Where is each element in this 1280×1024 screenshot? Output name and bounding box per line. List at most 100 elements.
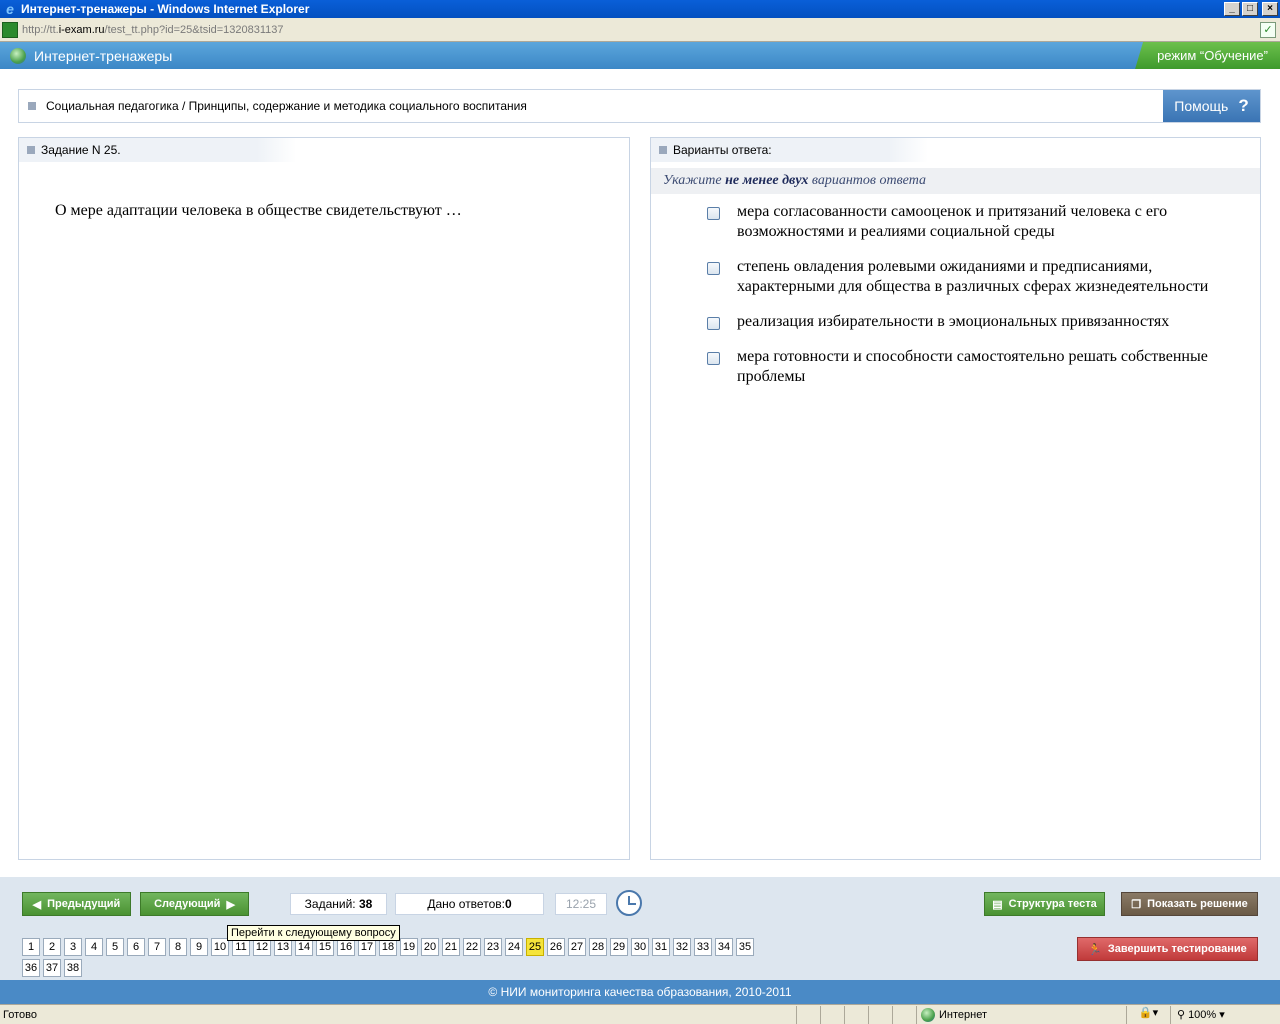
question-number-button[interactable]: 31 (652, 938, 670, 956)
bullet-icon (659, 146, 667, 154)
question-number-button[interactable]: 23 (484, 938, 502, 956)
status-pane (868, 1005, 892, 1024)
task-heading: Задание N 25. (41, 143, 121, 157)
breadcrumb: Социальная педагогика / Принципы, содерж… (18, 89, 1261, 123)
task-panel: Задание N 25. О мере адаптации человека … (18, 137, 630, 860)
security-zone: Интернет (916, 1005, 1126, 1024)
question-number-button[interactable]: 33 (694, 938, 712, 956)
window-title: Интернет-тренажеры - Windows Internet Ex… (21, 2, 310, 16)
question-mark-icon: ? (1238, 96, 1249, 115)
question-number-button[interactable]: 35 (736, 938, 754, 956)
status-pane (844, 1005, 868, 1024)
status-pane (820, 1005, 844, 1024)
clock-icon (616, 890, 642, 916)
zoom-control[interactable]: ⚲ 100% ▾ (1170, 1005, 1225, 1024)
answer-option-text: степень овладения ролевыми ожиданиями и … (737, 258, 1209, 295)
answer-checkbox[interactable] (707, 352, 720, 365)
answer-option[interactable]: мера согласованности самооценок и притяз… (707, 202, 1227, 242)
show-solution-button[interactable]: ❐ Показать решение (1121, 892, 1258, 916)
question-number-button[interactable]: 21 (442, 938, 460, 956)
question-number-button[interactable]: 36 (22, 959, 40, 977)
protected-mode-icon[interactable]: 🔒▾ (1126, 1005, 1170, 1024)
previous-button[interactable]: ◀ Предыдущий (22, 892, 131, 916)
question-number-button[interactable]: 5 (106, 938, 124, 956)
answer-options: мера согласованности самооценок и притяз… (651, 202, 1260, 387)
window-title-bar: e Интернет-тренажеры - Windows Internet … (0, 0, 1280, 18)
tooltip: Перейти к следующему вопросу (227, 925, 400, 941)
next-button[interactable]: Следующий ▶ (140, 892, 249, 916)
question-number-button[interactable]: 6 (127, 938, 145, 956)
answer-option[interactable]: мера готовности и способности самостояте… (707, 347, 1227, 387)
timer-display: 12:25 (555, 893, 607, 915)
answer-checkbox[interactable] (707, 317, 720, 330)
question-number-button[interactable]: 19 (400, 938, 418, 956)
question-number-button[interactable]: 32 (673, 938, 691, 956)
status-bar: Готово Интернет 🔒▾ ⚲ 100% ▾ (0, 1004, 1280, 1024)
maximize-button[interactable]: □ (1242, 2, 1258, 16)
app-title: Интернет-тренажеры (34, 47, 173, 64)
question-number-button[interactable]: 37 (43, 959, 61, 977)
question-number-button[interactable]: 9 (190, 938, 208, 956)
answers-heading: Варианты ответа: (673, 143, 772, 157)
footer: © НИИ мониторинга качества образования, … (0, 980, 1280, 1004)
question-number-button[interactable]: 20 (421, 938, 439, 956)
question-number-button[interactable]: 3 (64, 938, 82, 956)
zoom-icon: ⚲ (1177, 1009, 1186, 1021)
breadcrumb-text: Социальная педагогика / Принципы, содерж… (46, 99, 527, 113)
arrow-left-icon: ◀ (32, 898, 42, 911)
answer-panel-header: Варианты ответа: (651, 138, 1047, 162)
answer-checkbox[interactable] (707, 262, 720, 275)
question-number-button[interactable]: 4 (85, 938, 103, 956)
question-number-button[interactable]: 30 (631, 938, 649, 956)
question-text: О мере адаптации человека в обществе сви… (55, 202, 462, 219)
question-number-button[interactable]: 1 (22, 938, 40, 956)
answer-panel: Варианты ответа: Укажите не менее двух в… (650, 137, 1261, 860)
question-number-button[interactable]: 7 (148, 938, 166, 956)
close-button[interactable]: × (1262, 2, 1278, 16)
globe-icon (921, 1007, 935, 1022)
question-number-button[interactable]: 34 (715, 938, 733, 956)
finish-test-button[interactable]: 🏃 Завершить тестирование (1077, 937, 1258, 961)
running-man-icon: 🏃 (1088, 943, 1102, 956)
mode-badge: режим “Обучение” (1135, 42, 1280, 69)
question-number-button[interactable]: 24 (505, 938, 523, 956)
status-pane (796, 1005, 820, 1024)
url-field[interactable]: http://tt.i-exam.ru/test_tt.php?id=25&ts… (22, 24, 1260, 36)
answer-option-text: мера согласованности самооценок и притяз… (737, 203, 1168, 240)
question-number-button[interactable]: 25 (526, 938, 544, 956)
question-number-button[interactable]: 26 (547, 938, 565, 956)
answer-option-text: мера готовности и способности самостояте… (737, 348, 1208, 385)
chevron-down-icon: ▾ (1219, 1009, 1225, 1021)
minimize-button[interactable]: _ (1224, 2, 1240, 16)
status-text: Готово (3, 1008, 37, 1021)
question-navigator: 1 2 3 4 5 6 7 8 9 10 11 12 13 14 15 16 17 18 19 20 21 22 23 24 2… (22, 938, 767, 977)
answer-option-text: реализация избирательности в эмоциональн… (737, 313, 1170, 330)
task-panel-header: Задание N 25. (19, 138, 415, 162)
bullet-icon (27, 146, 35, 154)
compatibility-view-icon[interactable]: ✓ (1260, 21, 1276, 38)
tasks-count-box: Заданий: 38 (290, 893, 387, 915)
address-bar: http://tt.i-exam.ru/test_tt.php?id=25&ts… (0, 18, 1280, 42)
question-number-button[interactable]: 2 (43, 938, 61, 956)
question-number-button[interactable]: 8 (169, 938, 187, 956)
answer-instruction: Укажите не менее двух вариантов ответа (651, 168, 1260, 194)
answer-option[interactable]: реализация избирательности в эмоциональн… (707, 312, 1227, 332)
help-button[interactable]: Помощь ? (1163, 90, 1260, 122)
question-number-button[interactable]: 22 (463, 938, 481, 956)
page-favicon-icon (2, 21, 18, 38)
question-number-button[interactable]: 29 (610, 938, 628, 956)
status-pane (892, 1005, 916, 1024)
help-label: Помощь (1174, 98, 1229, 114)
answer-option[interactable]: степень овладения ролевыми ожиданиями и … (707, 257, 1227, 297)
question-number-button[interactable]: 27 (568, 938, 586, 956)
answer-checkbox[interactable] (707, 207, 720, 220)
test-structure-button[interactable]: ▤ Структура теста (984, 892, 1105, 916)
question-number-button[interactable]: 28 (589, 938, 607, 956)
answered-count-box: Дано ответов: 0 (395, 893, 544, 915)
app-header: Интернет-тренажеры режим “Обучение” (0, 42, 1280, 69)
document-icon: ▤ (992, 898, 1003, 911)
arrow-right-icon: ▶ (226, 898, 235, 911)
question-number-button[interactable]: 38 (64, 959, 82, 977)
control-bar: ◀ Предыдущий Следующий ▶ Заданий: 38 Дан… (0, 877, 1280, 980)
book-icon: ❐ (1131, 898, 1142, 911)
